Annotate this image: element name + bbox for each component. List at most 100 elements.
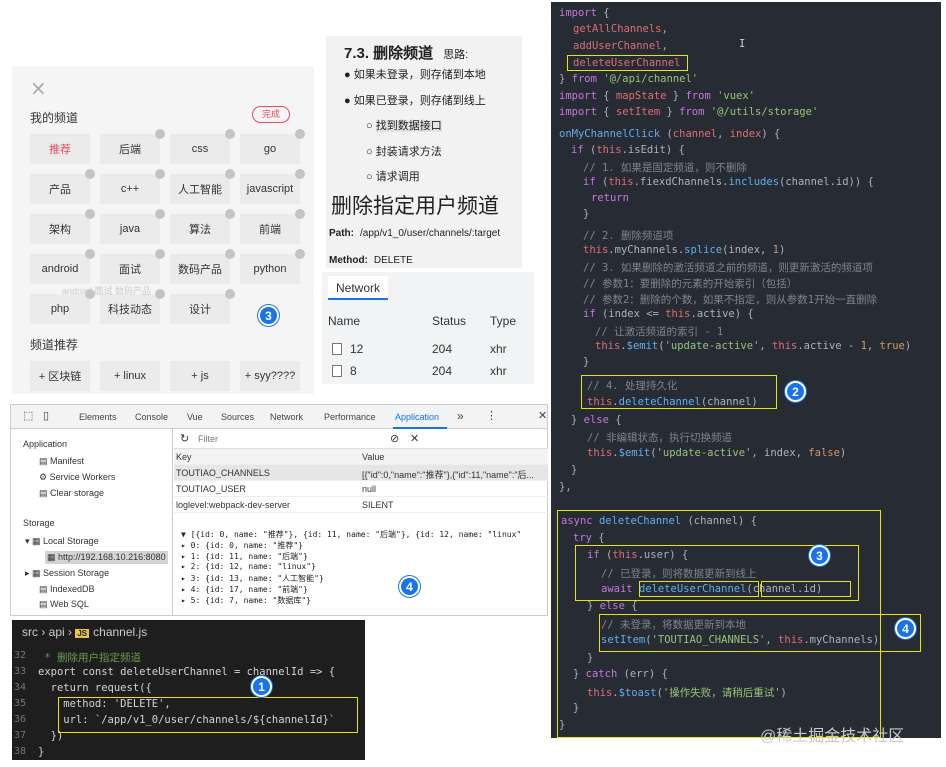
remove-channel-icon[interactable] [225,209,235,219]
channel-chip[interactable]: 算法 [170,209,235,244]
filter-input[interactable] [196,432,346,446]
tab-network[interactable]: Network [270,412,303,422]
remove-channel-icon[interactable] [225,169,235,179]
json-line[interactable]: ▸ 1: {id: 11, name: "后端"} [181,551,308,562]
channel-label: 数码产品 [178,264,222,276]
close-icon[interactable]: ✕ [538,409,547,422]
sidebar-item-service-workers[interactable]: ⚙ Service Workers [39,472,115,483]
tab-console[interactable]: Console [135,412,168,422]
table-row[interactable]: loglevel:webpack-dev-server SILENT [174,497,548,513]
recommend-chip[interactable]: + syy???? [240,361,300,391]
recommend-chip[interactable]: + linux [100,361,160,391]
channel-chip[interactable]: 架构 [30,209,95,244]
remove-channel-icon[interactable] [225,249,235,259]
step-badge-4: 4 [895,618,916,639]
col-value: Value [362,452,385,462]
recommend-chip[interactable]: + 区块链 [30,361,90,391]
more-options-icon[interactable]: ⋮ [486,409,497,422]
channel-chip[interactable]: 产品 [30,169,95,204]
channel-chip[interactable]: 前端 [240,209,305,244]
channel-label: css [191,143,209,155]
table-row[interactable]: TOUTIAO_CHANNELS [{"id":0,"name":"推荐"},{… [174,465,548,481]
remove-channel-icon[interactable] [155,289,165,299]
table-row[interactable]: 8 [332,364,357,378]
delete-selected-icon[interactable]: ✕ [410,432,419,445]
line-number: 36 [14,714,27,725]
remove-channel-icon[interactable] [295,169,305,179]
close-icon[interactable]: × [30,76,47,100]
channel-chip[interactable]: 设计 [170,289,235,324]
tab-sources[interactable]: Sources [221,412,254,422]
col-type[interactable]: Type [490,314,516,328]
channel-chip[interactable]: 后端 [100,129,165,164]
remove-channel-icon[interactable] [225,289,235,299]
list-item: ● 如果未登录，则存储到本地 [344,69,486,81]
channel-label: java [119,223,141,235]
sidebar-item-local-origin[interactable]: ▦ http://192.168.10.216:8080 [45,551,168,564]
channel-chip[interactable]: 人工智能 [170,169,235,204]
table-row[interactable]: TOUTIAO_USER null [174,481,548,497]
json-line[interactable]: ▸ 4: {id: 17, name: "前端"} [181,584,308,595]
remove-channel-icon[interactable] [225,129,235,139]
channel-chip[interactable]: java [100,209,165,244]
json-line[interactable]: ▸ 0: {id: 0, name: "推荐"} [181,540,303,551]
channel-chip[interactable]: 面试 [100,249,165,284]
tab-elements[interactable]: Elements [79,412,117,422]
col-name[interactable]: Name [328,314,360,328]
clear-all-icon[interactable]: ⊘ [390,432,399,445]
remove-channel-icon[interactable] [295,209,305,219]
remove-channel-icon[interactable] [295,249,305,259]
sidebar-item-websql[interactable]: ▤ Web SQL [39,599,89,610]
json-line[interactable]: ▸ 3: {id: 13, name: "人工智能"} [181,573,324,584]
remove-channel-icon[interactable] [155,249,165,259]
sidebar-item-session-storage[interactable]: ▸ ▦ Session Storage [25,568,109,579]
channel-chip[interactable]: css [170,129,235,164]
recommend-chip[interactable]: + js [170,361,230,391]
channel-label: 算法 [189,224,211,236]
sidebar-item-clear-storage[interactable]: ▤ Clear storage [39,488,104,499]
line-number: 32 [14,650,27,661]
done-button[interactable]: 完成 [252,106,290,123]
api-method: Method: DELETE [329,255,413,266]
channel-chip[interactable]: 科技动态 [100,289,165,324]
json-line[interactable]: ▸ 5: {id: 7, name: "数据库"} [181,595,311,606]
channel-label: android [41,263,79,275]
table-row[interactable]: 12 [332,342,363,356]
col-status[interactable]: Status [432,314,466,328]
inspect-icon[interactable]: ⬚ [23,409,33,422]
code-editor-vue: import { getAllChannels, addUserChannel,… [551,2,941,738]
remove-channel-icon[interactable] [155,169,165,179]
channel-chip[interactable]: go [240,129,305,164]
remove-channel-icon[interactable] [295,129,305,139]
remove-channel-icon[interactable] [85,209,95,219]
notes-title-aside: 思路: [443,49,469,61]
tab-network[interactable]: Network [328,276,389,300]
remove-channel-icon[interactable] [155,129,165,139]
channel-chip[interactable]: c++ [100,169,165,204]
remove-channel-icon[interactable] [155,209,165,219]
channel-chip[interactable]: php [30,289,95,324]
sidebar-item-indexeddb[interactable]: ▤ IndexedDB [39,584,95,595]
channel-label: 设计 [189,304,211,316]
tab-performance[interactable]: Performance [324,412,376,422]
refresh-icon[interactable]: ↻ [180,432,189,445]
channel-chip[interactable]: 数码产品 [170,249,235,284]
highlight-box [58,697,358,733]
remove-channel-icon[interactable] [85,169,95,179]
channel-chip[interactable]: 推荐 [30,134,90,164]
channel-chip[interactable]: python [240,249,305,284]
json-line[interactable]: ▼ [{id: 0, name: "推荐"}, {id: 11, name: "… [181,529,521,540]
channel-chip[interactable]: android [30,249,95,284]
tab-application[interactable]: Application [395,412,439,422]
more-tabs-icon[interactable]: » [457,409,464,423]
sidebar-item-manifest[interactable]: ▤ Manifest [39,456,84,467]
json-line[interactable]: ▸ 2: {id: 12, name: "linux"} [181,562,316,571]
recommend-title: 频道推荐 [30,338,79,352]
channel-label: 前端 [259,224,281,236]
remove-channel-icon[interactable] [85,249,95,259]
tab-vue[interactable]: Vue [187,412,203,422]
sidebar-item-local-storage[interactable]: ▾ ▦ Local Storage [25,536,99,547]
channel-chip[interactable]: javascript [240,169,305,204]
device-toggle-icon[interactable]: ▯ [43,409,49,422]
js-file-icon: JS [75,629,90,638]
